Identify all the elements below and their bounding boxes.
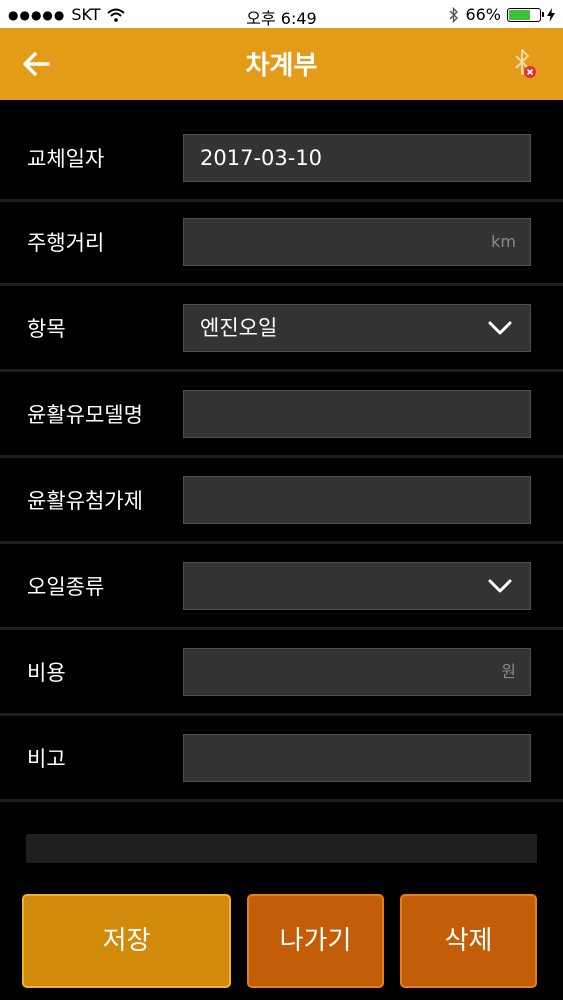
field-label: 오일종류 bbox=[27, 575, 105, 599]
memo-area[interactable] bbox=[26, 834, 537, 863]
field-value: 엔진오일 bbox=[200, 316, 278, 340]
oil-type-select[interactable] bbox=[183, 562, 531, 610]
exit-button[interactable]: 나가기 bbox=[247, 894, 384, 988]
form-row-replace-date: 교체일자 2017-03-10 bbox=[0, 116, 563, 202]
form-row-lube-model: 윤활유모델명 bbox=[0, 372, 563, 458]
delete-button[interactable]: 삭제 bbox=[400, 894, 537, 988]
bluetooth-icon bbox=[449, 6, 459, 23]
field-value: 2017-03-10 bbox=[200, 146, 323, 170]
chevron-down-icon bbox=[488, 321, 512, 335]
nav-bar: 차계부 bbox=[0, 28, 563, 100]
field-label: 비고 bbox=[27, 747, 66, 771]
status-bar: ●●●●● SKT 오후 6:49 66% bbox=[0, 0, 563, 28]
charging-icon bbox=[547, 7, 555, 22]
note-input[interactable] bbox=[183, 734, 531, 782]
form-row-lube-additive: 윤활유첨가제 bbox=[0, 458, 563, 544]
chevron-down-icon bbox=[488, 579, 512, 593]
cost-input[interactable]: 원 bbox=[183, 648, 531, 696]
item-select[interactable]: 엔진오일 bbox=[183, 304, 531, 352]
unit-label: 원 bbox=[501, 662, 516, 681]
unit-label: km bbox=[491, 232, 516, 251]
form-row-item: 항목 엔진오일 bbox=[0, 286, 563, 372]
form-row-note: 비고 bbox=[0, 716, 563, 802]
field-label: 윤활유첨가제 bbox=[27, 489, 143, 513]
battery-icon bbox=[507, 7, 544, 22]
field-label: 교체일자 bbox=[27, 147, 105, 171]
form-row-cost: 비용 원 bbox=[0, 630, 563, 716]
field-label: 비용 bbox=[27, 661, 66, 685]
field-label: 주행거리 bbox=[27, 231, 105, 255]
status-right: 66% bbox=[449, 5, 555, 24]
form-row-oil-type: 오일종류 bbox=[0, 544, 563, 630]
field-label: 윤활유모델명 bbox=[27, 403, 143, 427]
save-button[interactable]: 저장 bbox=[22, 894, 231, 988]
mileage-input[interactable]: km bbox=[183, 218, 531, 266]
bluetooth-disconnected-icon[interactable] bbox=[511, 46, 537, 82]
replace-date-input[interactable]: 2017-03-10 bbox=[183, 134, 531, 182]
lube-model-input[interactable] bbox=[183, 390, 531, 438]
battery-percent: 66% bbox=[465, 5, 501, 24]
lube-additive-input[interactable] bbox=[183, 476, 531, 524]
form-row-mileage: 주행거리 km bbox=[0, 200, 563, 286]
page-title: 차계부 bbox=[245, 51, 318, 81]
field-label: 항목 bbox=[27, 317, 66, 341]
